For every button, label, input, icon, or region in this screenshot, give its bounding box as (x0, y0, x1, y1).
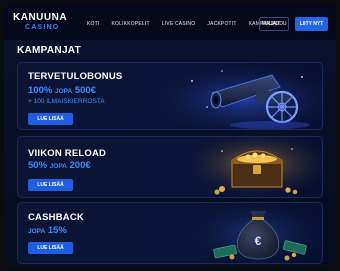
promo-amount-joiner: JOPA (54, 88, 73, 95)
logo-line-2: CASINO (25, 24, 60, 31)
promo-amount: 50% JOPA 200€ (28, 160, 91, 171)
logo-line-1: KANUUNA (13, 12, 68, 23)
promo-title: TERVETULOBONUS (28, 71, 123, 82)
promo-amount-max: 200€ (69, 160, 91, 171)
login-button[interactable]: KIRJAUDU (259, 17, 289, 31)
cannon-illustration (152, 63, 322, 129)
promo-amount: JOPA 15% (28, 225, 67, 236)
read-more-button[interactable]: LUE LISÄÄ (28, 242, 73, 254)
join-now-button[interactable]: LIITY NYT (295, 17, 328, 31)
casino-logo[interactable]: KANUUNA CASINO (13, 13, 67, 35)
device-frame: KANUUNA CASINO KOTI KOLIKKOPELIT LIVE CA… (0, 0, 340, 271)
promo-amount-joiner: JOPA (28, 228, 46, 235)
promo-amount-percent: 50% (28, 160, 48, 171)
nav-item-jackpotit[interactable]: JACKPOTIT (207, 21, 236, 31)
top-navigation-bar: KANUUNA CASINO KOTI KOLIKKOPELIT LIVE CA… (4, 4, 336, 40)
promo-title: VIIKON RELOAD (28, 148, 107, 159)
promo-amount-max: 15% (47, 225, 67, 236)
treasure-chest-illustration (192, 137, 322, 197)
promo-card-welcome-bonus: TERVETULOBONUS 100% JOPA 500€ + 100 ILMA… (17, 62, 323, 130)
read-more-button[interactable]: LUE LISÄÄ (28, 113, 73, 125)
nav-item-live-casino[interactable]: LIVE CASINO (162, 21, 196, 31)
app-screen: KANUUNA CASINO KOTI KOLIKKOPELIT LIVE CA… (4, 4, 336, 267)
read-more-button[interactable]: LUE LISÄÄ (28, 179, 73, 191)
promo-amount-percent: 100% (28, 85, 53, 96)
promo-free-spins: + 100 ILMAISKIERROSTA (28, 98, 105, 105)
money-bag-illustration: € (192, 203, 322, 263)
promo-title: CASHBACK (28, 212, 84, 223)
promo-amount-max: 500€ (74, 85, 96, 96)
promo-card-cashback: CASHBACK JOPA 15% LUE LISÄÄ € (17, 202, 323, 264)
nav-item-koti[interactable]: KOTI (87, 21, 99, 31)
promo-card-weekly-reload: VIIKON RELOAD 50% JOPA 200€ LUE LISÄÄ (17, 136, 323, 198)
promo-amount: 100% JOPA 500€ (28, 85, 96, 96)
page-title: KAMPANJAT (17, 45, 81, 56)
nav-item-kolikkopelit[interactable]: KOLIKKOPELIT (111, 21, 149, 31)
promo-amount-joiner: JOPA (49, 163, 67, 170)
svg-text:€: € (255, 234, 262, 248)
